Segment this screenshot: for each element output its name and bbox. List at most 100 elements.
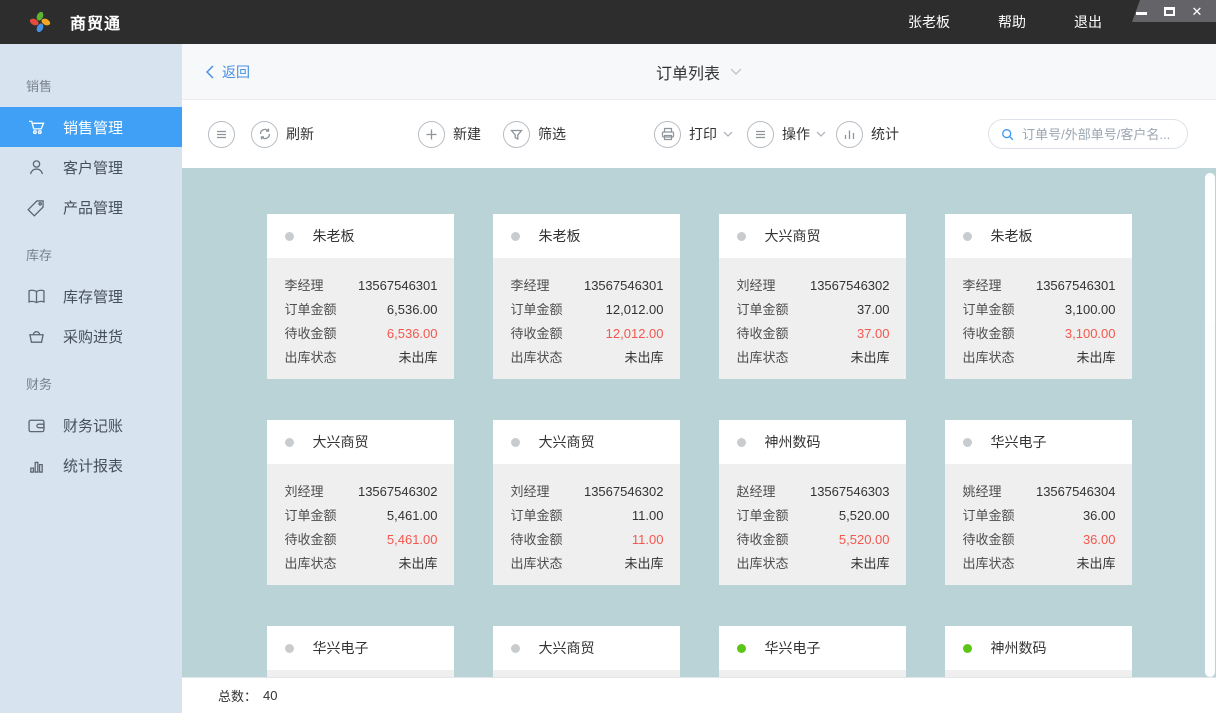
status-dot-icon	[285, 438, 294, 447]
order-card-body	[267, 670, 454, 677]
sidebar-item-label: 库存管理	[63, 286, 123, 307]
order-card[interactable]: 大兴商贸 刘经理13567546302 订单金额37.00 待收金额37.00 …	[719, 214, 906, 379]
search-input[interactable]	[1022, 127, 1175, 142]
status-dot-icon	[737, 644, 746, 653]
sidebar-section-finance: 财务	[0, 356, 182, 405]
contact-phone: 13567546301	[584, 274, 664, 298]
page-title-dropdown[interactable]: 订单列表	[656, 60, 742, 84]
scrollbar-thumb[interactable]	[1205, 173, 1215, 323]
customer-name: 大兴商贸	[313, 432, 369, 452]
sidebar-section-sales: 销售	[0, 58, 182, 107]
actions-label: 操作	[782, 124, 810, 144]
page-footer: 总数： 40	[182, 677, 1216, 713]
outbound-status-value: 未出库	[1076, 346, 1115, 370]
customer-name: 华兴电子	[313, 638, 369, 658]
outbound-status-label: 出库状态	[963, 552, 1015, 576]
order-card-body	[719, 670, 906, 677]
contact-phone: 13567546304	[1036, 480, 1116, 504]
status-dot-icon	[963, 438, 972, 447]
status-dot-icon	[511, 438, 520, 447]
close-button[interactable]: ✕	[1190, 4, 1204, 18]
minimize-button[interactable]	[1134, 4, 1148, 18]
stats-label: 统计	[871, 124, 899, 144]
order-card[interactable]: 朱老板 李经理13567546301 订单金额12,012.00 待收金额12,…	[493, 214, 680, 379]
order-card-body: 刘经理13567546302 订单金额37.00 待收金额37.00 出库状态未…	[719, 258, 906, 370]
search-icon	[1001, 127, 1014, 142]
order-card-header: 大兴商贸	[493, 626, 680, 670]
outbound-status-label: 出库状态	[511, 346, 563, 370]
back-button[interactable]: 返回	[206, 62, 250, 82]
contact-name: 李经理	[963, 274, 1002, 298]
contact-phone: 13567546302	[584, 480, 664, 504]
status-dot-icon	[511, 644, 520, 653]
pending-amount-label: 待收金额	[963, 322, 1015, 346]
outbound-status-label: 出库状态	[737, 552, 789, 576]
outbound-status-value: 未出库	[624, 552, 663, 576]
order-card-header: 大兴商贸	[719, 214, 906, 258]
pending-amount-value: 36.00	[1083, 528, 1116, 552]
menu-icon	[753, 127, 768, 142]
actions-button[interactable]: 操作	[747, 121, 826, 148]
outbound-status-value: 未出库	[850, 552, 889, 576]
pending-amount-value: 5,520.00	[839, 528, 890, 552]
sidebar-item-bookkeeping[interactable]: 财务记账	[0, 405, 182, 445]
order-card[interactable]: 大兴商贸 刘经理13567546302 订单金额11.00 待收金额11.00 …	[493, 420, 680, 585]
sidebar-item-label: 统计报表	[63, 455, 123, 476]
outbound-status-label: 出库状态	[285, 346, 337, 370]
customer-name: 华兴电子	[765, 638, 821, 658]
sidebar-item-inventory-management[interactable]: 库存管理	[0, 276, 182, 316]
help-menu[interactable]: 帮助	[998, 12, 1026, 32]
outbound-status-label: 出库状态	[285, 552, 337, 576]
new-label: 新建	[453, 124, 481, 144]
order-amount-value: 6,536.00	[387, 298, 438, 322]
print-label: 打印	[689, 124, 717, 144]
outbound-status-value: 未出库	[398, 552, 437, 576]
user-menu[interactable]: 张老板	[908, 12, 950, 32]
status-dot-icon	[285, 644, 294, 653]
exit-button[interactable]: 退出	[1074, 12, 1102, 32]
order-card[interactable]: 华兴电子 姚经理13567546304 订单金额36.00 待收金额36.00 …	[945, 420, 1132, 585]
stats-button[interactable]: 统计	[836, 121, 899, 148]
sidebar-item-product-management[interactable]: 产品管理	[0, 187, 182, 227]
contact-phone: 13567546302	[810, 274, 890, 298]
sidebar-item-purchasing[interactable]: 采购进货	[0, 316, 182, 356]
filter-button[interactable]: 筛选	[503, 121, 566, 148]
refresh-label: 刷新	[286, 124, 314, 144]
pending-amount-label: 待收金额	[737, 528, 789, 552]
order-card[interactable]: 大兴商贸 刘经理13567546302 订单金额5,461.00 待收金额5,4…	[267, 420, 454, 585]
cart-icon	[26, 117, 47, 138]
new-button[interactable]: 新建	[418, 121, 481, 148]
order-card-header: 大兴商贸	[267, 420, 454, 464]
list-menu-button[interactable]	[208, 121, 235, 148]
order-card[interactable]: 华兴电子	[719, 626, 906, 677]
order-card[interactable]: 神州数码	[945, 626, 1132, 677]
order-card[interactable]: 华兴电子	[267, 626, 454, 677]
refresh-button[interactable]: 刷新	[251, 121, 314, 148]
order-amount-label: 订单金额	[285, 504, 337, 528]
order-card[interactable]: 朱老板 李经理13567546301 订单金额6,536.00 待收金额6,53…	[267, 214, 454, 379]
order-card[interactable]: 朱老板 李经理13567546301 订单金额3,100.00 待收金额3,10…	[945, 214, 1132, 379]
order-amount-label: 订单金额	[737, 298, 789, 322]
order-amount-label: 订单金额	[285, 298, 337, 322]
window-controls: ✕	[1128, 0, 1216, 22]
print-button[interactable]: 打印	[654, 121, 733, 148]
order-card-header: 华兴电子	[719, 626, 906, 670]
chevron-down-icon	[816, 131, 826, 137]
pending-amount-label: 待收金额	[285, 322, 337, 346]
order-amount-label: 订单金额	[511, 504, 563, 528]
sidebar-item-label: 产品管理	[63, 197, 123, 218]
app-logo-pinwheel-icon	[28, 10, 52, 34]
order-amount-value: 3,100.00	[1065, 298, 1116, 322]
sidebar-item-statistics-report[interactable]: 统计报表	[0, 445, 182, 485]
pending-amount-value: 37.00	[857, 322, 890, 346]
customer-name: 大兴商贸	[539, 432, 595, 452]
pending-amount-value: 11.00	[632, 528, 664, 552]
user-icon	[26, 157, 47, 178]
vertical-scrollbar[interactable]	[1205, 173, 1215, 677]
order-card[interactable]: 大兴商贸	[493, 626, 680, 677]
order-card[interactable]: 神州数码 赵经理13567546303 订单金额5,520.00 待收金额5,5…	[719, 420, 906, 585]
maximize-button[interactable]	[1162, 4, 1176, 18]
outbound-status-label: 出库状态	[511, 552, 563, 576]
sidebar-item-customer-management[interactable]: 客户管理	[0, 147, 182, 187]
sidebar-item-sales-management[interactable]: 销售管理	[0, 107, 182, 147]
